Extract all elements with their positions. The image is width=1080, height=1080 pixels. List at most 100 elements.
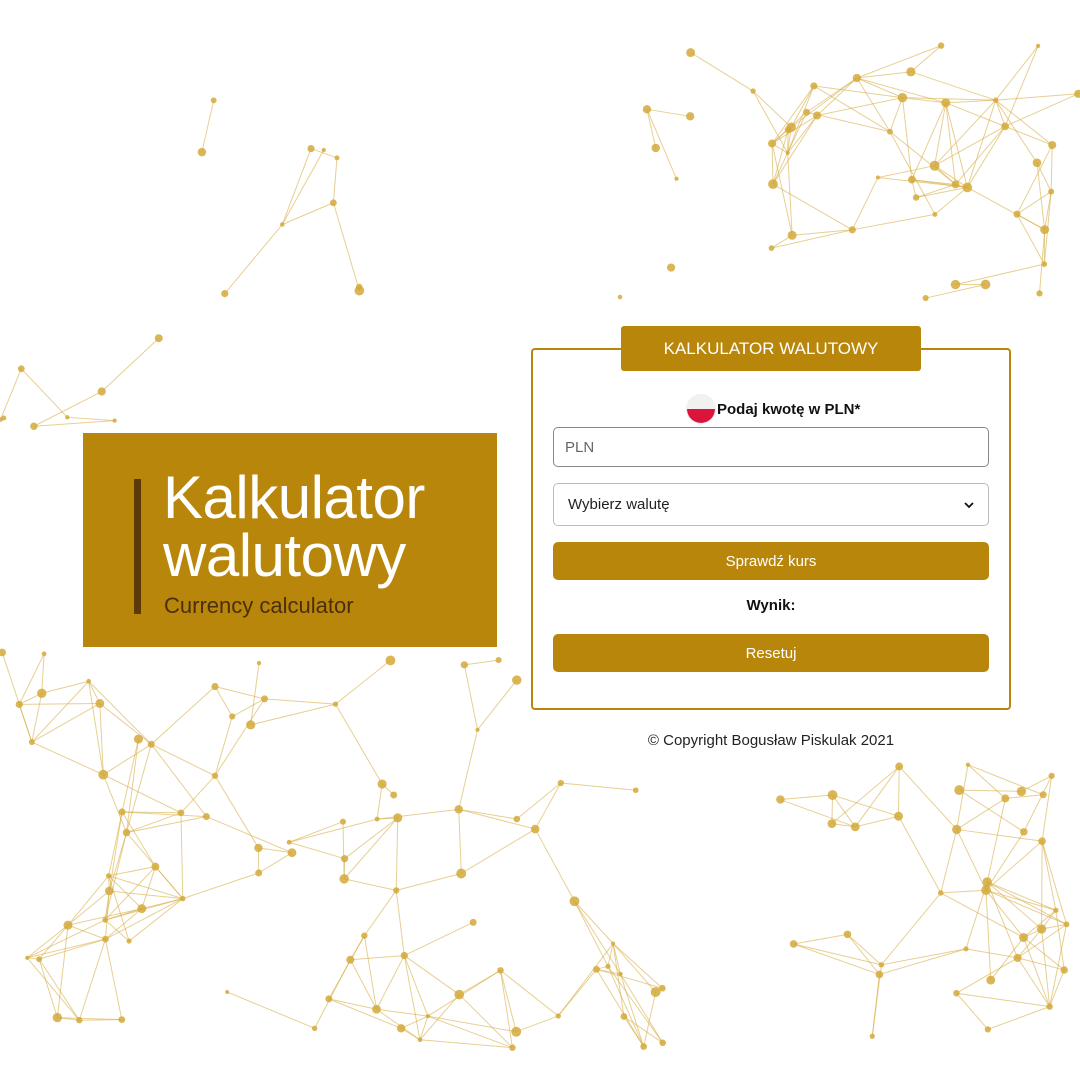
- network-node: [768, 139, 777, 148]
- network-node: [65, 415, 70, 420]
- network-node: [334, 155, 340, 161]
- network-line: [945, 102, 957, 185]
- network-node: [963, 946, 969, 952]
- network-line: [1021, 775, 1052, 792]
- network-node: [1001, 122, 1009, 131]
- network-node: [126, 938, 132, 944]
- network-line: [910, 45, 942, 73]
- network-node: [640, 1043, 648, 1050]
- network-node: [102, 917, 108, 923]
- network-node: [962, 182, 973, 193]
- network-node: [1001, 794, 1010, 803]
- network-node: [400, 951, 408, 960]
- network-node: [385, 655, 396, 666]
- network-line: [574, 901, 609, 967]
- network-node: [787, 230, 797, 240]
- network-line: [877, 165, 935, 179]
- network-line: [31, 693, 43, 743]
- network-line: [289, 841, 345, 860]
- network-node: [102, 935, 109, 943]
- network-node: [897, 92, 908, 103]
- reset-button[interactable]: Resetuj: [553, 634, 989, 672]
- network-line: [342, 821, 345, 879]
- network-node: [827, 819, 837, 828]
- network-node: [52, 1012, 63, 1023]
- network-node: [1039, 791, 1047, 799]
- network-node: [980, 279, 991, 290]
- network-node: [225, 989, 230, 994]
- network-node: [852, 73, 861, 83]
- network-line: [1023, 909, 1057, 938]
- network-node: [986, 975, 996, 985]
- network-node: [1016, 786, 1027, 797]
- network-line: [901, 97, 913, 180]
- network-line: [898, 766, 900, 817]
- network-line: [33, 420, 115, 427]
- network-line: [889, 131, 956, 185]
- network-line: [460, 828, 536, 874]
- network-line: [1016, 191, 1052, 215]
- network-line: [126, 812, 182, 834]
- network-node: [878, 962, 885, 968]
- network-line: [956, 957, 1018, 994]
- network-line: [995, 45, 1039, 101]
- network-line: [343, 817, 399, 880]
- network-line: [281, 148, 312, 225]
- network-line: [780, 794, 833, 801]
- network-line: [831, 766, 900, 824]
- network-line: [956, 797, 1006, 830]
- network-node: [390, 791, 398, 799]
- network-node: [1036, 924, 1047, 934]
- network-line: [851, 177, 879, 231]
- network-node: [941, 98, 951, 108]
- network-node: [605, 963, 611, 969]
- network-node: [850, 822, 860, 832]
- network-node: [254, 843, 263, 853]
- network-node: [950, 279, 961, 290]
- currency-select[interactable]: Wybierz walutę: [553, 483, 989, 526]
- network-node: [63, 920, 73, 930]
- network-node: [177, 809, 185, 817]
- network-line: [557, 943, 614, 1017]
- network-node: [610, 941, 616, 946]
- network-node: [937, 42, 945, 49]
- network-node: [279, 222, 285, 227]
- network-line: [281, 149, 325, 225]
- network-node: [869, 1033, 875, 1039]
- network-line: [264, 698, 336, 705]
- network-line: [910, 71, 996, 101]
- network-line: [772, 183, 853, 231]
- network-node: [311, 1025, 318, 1032]
- network-line: [141, 866, 156, 909]
- network-node: [122, 828, 131, 837]
- network-node: [789, 940, 798, 948]
- network-node: [0, 648, 6, 657]
- network-node: [330, 199, 337, 207]
- check-rate-button[interactable]: Sprawdź kurs: [553, 542, 989, 580]
- network-node: [993, 97, 999, 103]
- network-line: [1049, 969, 1065, 1007]
- network-node: [1053, 907, 1059, 913]
- network-node: [813, 111, 822, 120]
- network-node: [785, 150, 790, 155]
- network-line: [335, 703, 383, 785]
- hero-title-line1: Kalkulator: [163, 464, 425, 531]
- network-line: [31, 703, 101, 743]
- network-node: [650, 987, 661, 997]
- pln-amount-input[interactable]: [553, 427, 989, 467]
- network-node: [557, 779, 564, 787]
- network-line: [1041, 841, 1057, 911]
- network-line: [232, 698, 265, 717]
- network-node: [954, 785, 965, 796]
- network-line: [105, 898, 183, 940]
- network-line: [182, 872, 259, 900]
- network-line: [1004, 125, 1053, 146]
- network-line: [419, 1039, 513, 1049]
- network-node: [686, 48, 696, 58]
- network-line: [38, 924, 69, 960]
- network-node: [513, 815, 521, 823]
- network-line: [898, 766, 958, 830]
- network-line: [126, 816, 207, 834]
- network-line: [623, 1016, 664, 1044]
- network-node: [41, 651, 47, 657]
